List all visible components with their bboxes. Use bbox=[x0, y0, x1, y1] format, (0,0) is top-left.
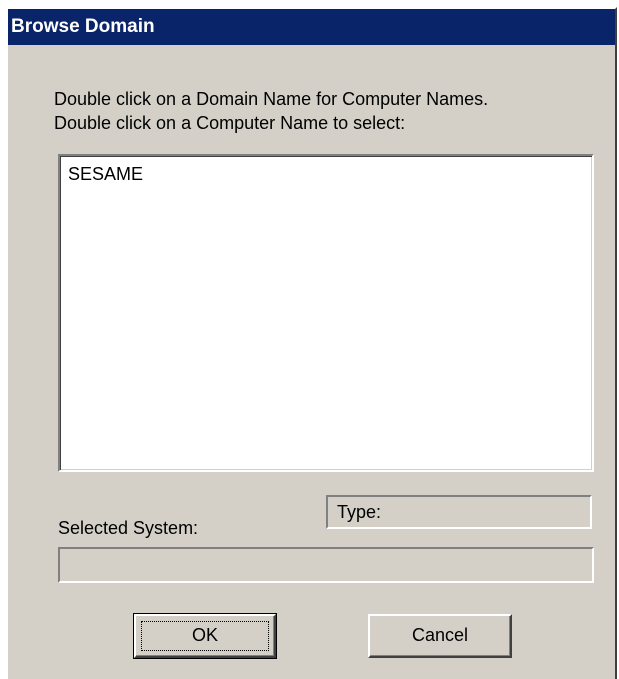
list-item[interactable]: SESAME bbox=[68, 163, 143, 185]
ok-button-label: OK bbox=[191, 625, 218, 645]
ok-button[interactable]: OK bbox=[133, 613, 277, 659]
title-bar: Browse Domain bbox=[8, 9, 615, 45]
selected-system-field bbox=[58, 547, 594, 583]
instruction-line-2: Double click on a Computer Name to selec… bbox=[54, 113, 406, 133]
type-label: Type: bbox=[337, 502, 382, 522]
cancel-button[interactable]: Cancel bbox=[368, 614, 512, 658]
type-field: Type: bbox=[326, 495, 592, 529]
selected-system-label: Selected System: bbox=[58, 518, 199, 538]
browse-domain-dialog: Browse Domain Double click on a Domain N… bbox=[6, 7, 617, 679]
domain-listbox[interactable]: SESAME bbox=[58, 154, 594, 472]
instructions-text: Double click on a Domain Name for Comput… bbox=[54, 87, 488, 135]
instruction-line-1: Double click on a Domain Name for Comput… bbox=[54, 89, 489, 109]
